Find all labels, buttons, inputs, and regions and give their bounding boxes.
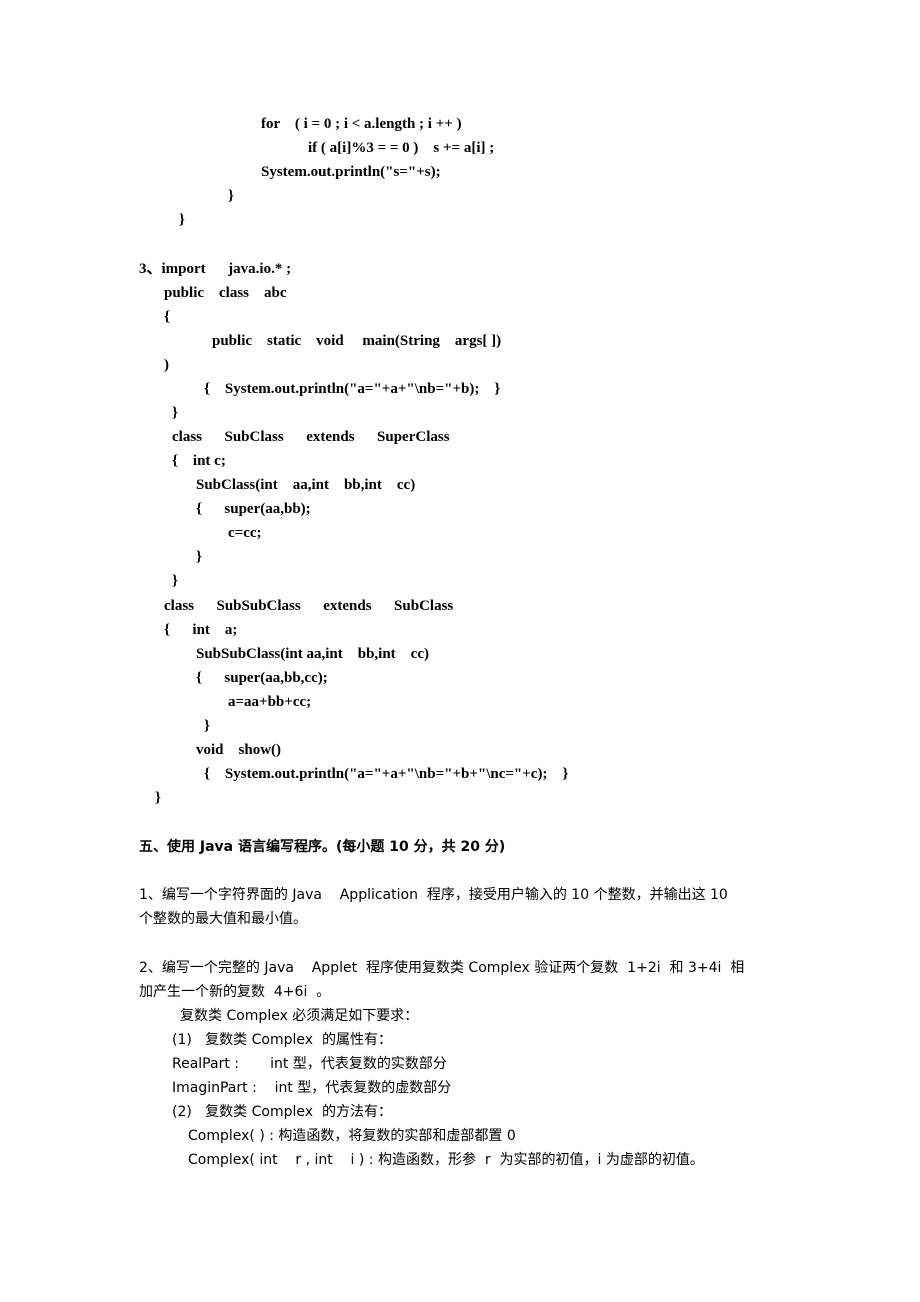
code-line: SubClass(int aa,int bb,int cc) xyxy=(196,477,416,493)
code-line: } xyxy=(155,790,161,806)
code-line: System.out.println("s="+s); xyxy=(261,164,441,180)
question-2-line-2: 加产生一个新的复数 4+6i 。 xyxy=(139,984,331,1000)
code-line: } xyxy=(172,573,178,589)
attributes-heading: (1) 复数类 Complex 的属性有： xyxy=(172,1032,392,1048)
code-line: { xyxy=(164,309,170,325)
code-line: { int a; xyxy=(164,622,238,638)
code-line: { System.out.println("a="+a+"\nb="+b+"\n… xyxy=(204,766,569,782)
code-line: } xyxy=(172,405,178,421)
code-line: a=aa+bb+cc; xyxy=(228,694,312,710)
code-line: SubSubClass(int aa,int bb,int cc) xyxy=(196,646,429,662)
code-line: void show() xyxy=(196,742,282,758)
attribute-item: ImaginPart : int 型，代表复数的虚数部分 xyxy=(172,1080,452,1096)
method-item: Complex( ) : 构造函数，将复数的实部和虚部都置 0 xyxy=(188,1128,516,1144)
question-2-line-1: 2、编写一个完整的 Java Applet 程序使用复数类 Complex 验证… xyxy=(139,960,745,976)
question-3-label: 3、import java.io.* ; xyxy=(139,261,292,277)
code-line: for ( i = 0 ; i < a.length ; i ++ ) xyxy=(261,116,462,132)
question-1-line-1: 1、编写一个字符界面的 Java Application 程序，接受用户输入的 … xyxy=(139,887,728,903)
question-1-line-2: 个整数的最大值和最小值。 xyxy=(139,911,307,927)
code-line: } xyxy=(196,549,202,565)
code-line: public class abc xyxy=(164,285,287,301)
code-line: if ( a[i]%3 = = 0 ) s += a[i] ; xyxy=(308,140,495,156)
code-line: } xyxy=(179,212,185,228)
code-line: { System.out.println("a="+a+"\nb="+b); } xyxy=(204,381,501,397)
code-line: } xyxy=(204,718,210,734)
requirement-intro: 复数类 Complex 必须满足如下要求： xyxy=(180,1008,419,1024)
code-line: { super(aa,bb); xyxy=(196,501,311,517)
method-item: Complex( int r , int i ) : 构造函数，形参 r 为实部… xyxy=(188,1152,704,1168)
methods-heading: (2) 复数类 Complex 的方法有： xyxy=(172,1104,392,1120)
code-line: } xyxy=(228,188,234,204)
code-line: ) xyxy=(164,357,169,373)
code-line: class SubSubClass extends SubClass xyxy=(164,598,454,614)
code-line: { int c; xyxy=(172,453,226,469)
code-line: c=cc; xyxy=(228,525,262,541)
code-line: class SubClass extends SuperClass xyxy=(172,429,450,445)
section-heading: 五、使用 Java 语言编写程序。(每小题 10 分，共 20 分) xyxy=(139,839,506,855)
attribute-item: RealPart : int 型，代表复数的实数部分 xyxy=(172,1056,447,1072)
code-line: public static void main(String args[ ]) xyxy=(212,333,502,349)
code-line: { super(aa,bb,cc); xyxy=(196,670,328,686)
